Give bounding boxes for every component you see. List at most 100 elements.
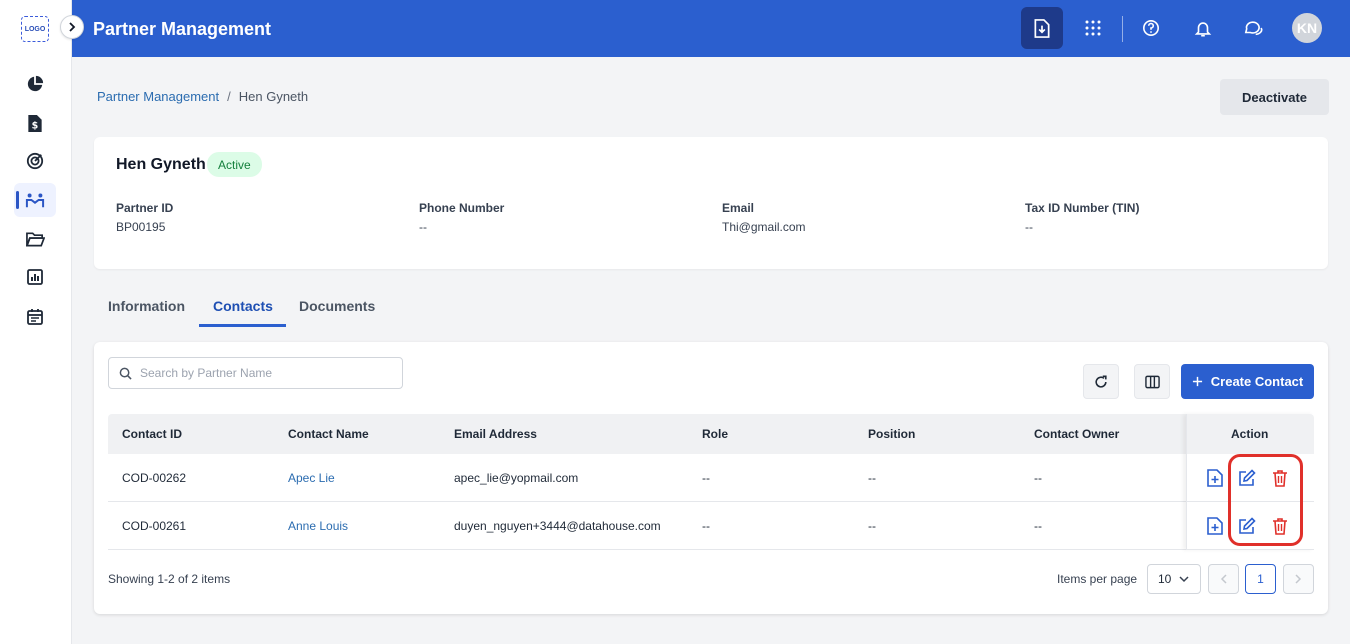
sidebar: LOGO $ bbox=[0, 0, 72, 644]
partner-summary-card: Hen Gyneth Active Partner ID BP00195 Pho… bbox=[94, 137, 1328, 269]
refresh-icon bbox=[1095, 375, 1107, 388]
breadcrumb-separator: / bbox=[227, 89, 231, 104]
tab-contacts[interactable]: Contacts bbox=[213, 298, 273, 314]
help-icon bbox=[1142, 19, 1160, 37]
add-file-button[interactable] bbox=[1205, 516, 1225, 536]
chevron-down-icon bbox=[1179, 575, 1189, 582]
items-per-page-value: 10 bbox=[1158, 572, 1172, 586]
columns-button[interactable] bbox=[1134, 364, 1170, 399]
plus-icon bbox=[1192, 376, 1202, 387]
sidebar-item-reports[interactable] bbox=[14, 260, 56, 294]
chevron-right-icon bbox=[69, 22, 76, 32]
cell-position: -- bbox=[868, 471, 876, 485]
chevron-right-icon bbox=[1295, 574, 1302, 584]
cell-role: -- bbox=[702, 519, 710, 533]
prev-page-button[interactable] bbox=[1208, 564, 1239, 594]
table-row: COD-00262 Apec Lie apec_lie@yopmail.com … bbox=[108, 454, 1314, 502]
download-button[interactable] bbox=[1021, 7, 1063, 49]
search-input[interactable] bbox=[140, 366, 390, 380]
pagination-summary: Showing 1-2 of 2 items bbox=[108, 572, 231, 586]
cell-owner: -- bbox=[1034, 471, 1042, 485]
calendar-icon bbox=[27, 308, 43, 325]
cell-owner: -- bbox=[1034, 519, 1042, 533]
contacts-table: Contact ID Contact Name Email Address Ro… bbox=[108, 414, 1314, 550]
email-label: Email bbox=[722, 201, 755, 215]
cell-contact-id: COD-00261 bbox=[122, 519, 187, 533]
status-badge: Active bbox=[207, 152, 262, 177]
sidebar-item-partners[interactable] bbox=[14, 183, 56, 217]
avatar[interactable]: KN bbox=[1292, 13, 1322, 43]
search-icon bbox=[119, 367, 132, 380]
sidebar-item-documents[interactable] bbox=[14, 222, 56, 256]
items-per-page-label: Items per page bbox=[1057, 572, 1138, 586]
cell-contact-name-link[interactable]: Apec Lie bbox=[288, 471, 335, 485]
cell-email: duyen_nguyen+3444@datahouse.com bbox=[454, 519, 661, 533]
dollar-file-icon: $ bbox=[28, 114, 42, 132]
partners-icon bbox=[25, 193, 45, 208]
tab-documents[interactable]: Documents bbox=[299, 298, 375, 314]
items-per-page-select[interactable]: 10 bbox=[1147, 564, 1201, 594]
sidebar-item-calendar[interactable] bbox=[14, 299, 56, 333]
logo[interactable]: LOGO bbox=[21, 16, 49, 42]
refresh-button[interactable] bbox=[1083, 364, 1119, 399]
sidebar-item-targets[interactable] bbox=[14, 144, 56, 178]
active-tab-indicator bbox=[199, 324, 286, 327]
edit-button[interactable] bbox=[1237, 516, 1257, 536]
deactivate-button[interactable]: Deactivate bbox=[1220, 79, 1329, 115]
column-header-contact-id[interactable]: Contact ID bbox=[122, 427, 182, 441]
pie-chart-icon bbox=[27, 75, 44, 92]
trash-icon bbox=[1273, 470, 1287, 487]
notifications-button[interactable] bbox=[1182, 7, 1224, 49]
cell-contact-name-link[interactable]: Anne Louis bbox=[288, 519, 348, 533]
columns-icon bbox=[1144, 375, 1160, 388]
add-file-icon bbox=[1207, 469, 1223, 487]
sidebar-item-invoices[interactable]: $ bbox=[14, 106, 56, 140]
column-header-email[interactable]: Email Address bbox=[454, 427, 537, 441]
breadcrumb-current: Hen Gyneth bbox=[238, 89, 309, 104]
bell-icon bbox=[1194, 21, 1212, 37]
column-header-role[interactable]: Role bbox=[702, 427, 728, 441]
phone-value: -- bbox=[419, 220, 427, 234]
svg-text:$: $ bbox=[32, 120, 39, 131]
create-contact-button[interactable]: Create Contact bbox=[1181, 364, 1314, 399]
apps-button[interactable] bbox=[1072, 7, 1114, 49]
page-button-current[interactable]: 1 bbox=[1245, 564, 1276, 594]
partner-id-label: Partner ID bbox=[116, 201, 174, 215]
add-file-icon bbox=[1207, 517, 1223, 535]
chat-button[interactable] bbox=[1232, 7, 1274, 49]
breadcrumb: Partner Management / Hen Gyneth bbox=[97, 89, 308, 104]
create-contact-label: Create Contact bbox=[1210, 374, 1304, 389]
delete-button[interactable] bbox=[1270, 516, 1290, 536]
tin-value: -- bbox=[1025, 220, 1033, 234]
breadcrumb-parent-link[interactable]: Partner Management bbox=[97, 89, 219, 104]
tab-information[interactable]: Information bbox=[108, 298, 185, 314]
column-header-owner[interactable]: Contact Owner bbox=[1034, 427, 1119, 441]
top-header: Partner Management KN bbox=[72, 0, 1350, 57]
cell-role: -- bbox=[702, 471, 710, 485]
email-value: Thi@gmail.com bbox=[722, 220, 806, 234]
column-header-position[interactable]: Position bbox=[868, 427, 915, 441]
phone-label: Phone Number bbox=[419, 201, 505, 215]
download-file-icon bbox=[1034, 18, 1050, 38]
help-button[interactable] bbox=[1130, 7, 1172, 49]
sidebar-collapse-button[interactable] bbox=[60, 15, 84, 39]
tin-label: Tax ID Number (TIN) bbox=[1025, 201, 1140, 215]
cell-email: apec_lie@yopmail.com bbox=[454, 471, 579, 485]
contacts-card: Create Contact Contact ID Contact Name E… bbox=[94, 342, 1328, 614]
folder-icon bbox=[25, 232, 45, 247]
column-header-contact-name[interactable]: Contact Name bbox=[288, 427, 369, 441]
edit-icon bbox=[1239, 517, 1256, 534]
table-header: Contact ID Contact Name Email Address Ro… bbox=[108, 414, 1314, 454]
delete-button[interactable] bbox=[1270, 468, 1290, 488]
edit-button[interactable] bbox=[1237, 468, 1257, 488]
chevron-left-icon bbox=[1220, 574, 1227, 584]
apps-grid-icon bbox=[1085, 20, 1101, 36]
next-page-button[interactable] bbox=[1283, 564, 1314, 594]
add-file-button[interactable] bbox=[1205, 468, 1225, 488]
cell-contact-id: COD-00262 bbox=[122, 471, 187, 485]
search-box[interactable] bbox=[108, 357, 403, 389]
sidebar-item-dashboard[interactable] bbox=[14, 67, 56, 101]
report-chart-icon bbox=[27, 269, 43, 285]
partner-id-value: BP00195 bbox=[116, 220, 166, 234]
edit-icon bbox=[1239, 469, 1256, 486]
